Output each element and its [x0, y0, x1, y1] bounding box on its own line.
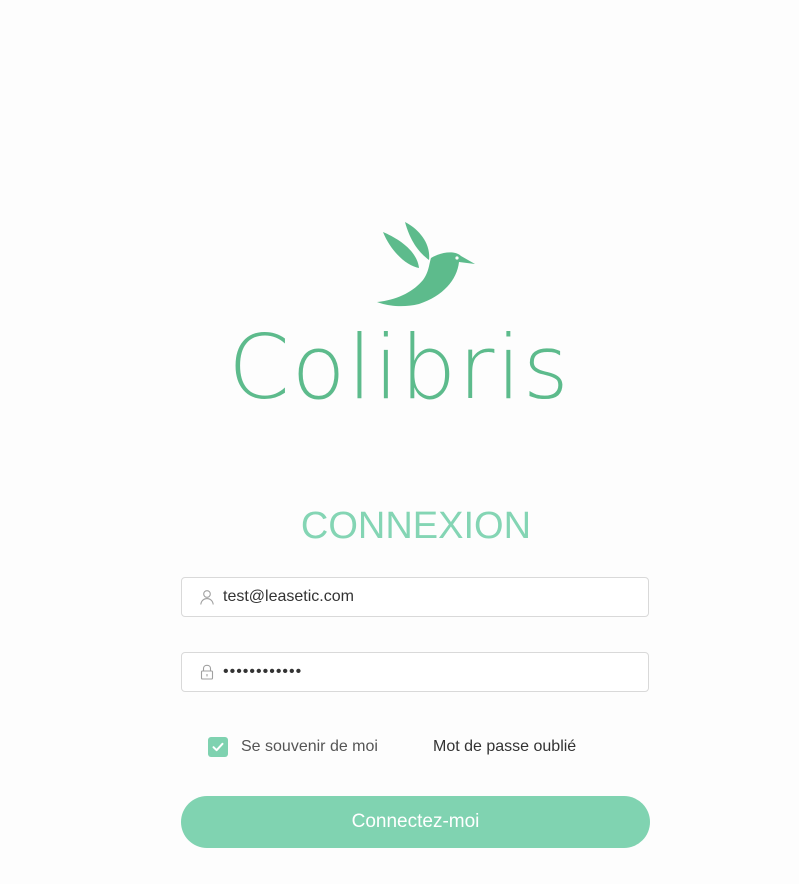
login-button[interactable]: Connectez-moi — [181, 796, 650, 848]
user-icon — [200, 590, 214, 605]
forgot-password-link[interactable]: Mot de passe oublié — [433, 736, 576, 758]
page-title: CONNEXION — [300, 505, 532, 547]
remember-me[interactable]: Se souvenir de moi — [208, 736, 378, 758]
email-input[interactable] — [223, 578, 638, 616]
remember-me-label: Se souvenir de moi — [241, 738, 378, 755]
password-input[interactable] — [223, 653, 638, 691]
brand-logo-text: Colibris — [228, 316, 571, 419]
checkmark-icon — [212, 742, 224, 752]
email-field[interactable] — [181, 577, 649, 617]
hummingbird-icon — [377, 222, 475, 307]
lock-icon — [200, 664, 214, 680]
password-field[interactable] — [181, 652, 649, 692]
remember-me-checkbox[interactable] — [208, 737, 228, 757]
